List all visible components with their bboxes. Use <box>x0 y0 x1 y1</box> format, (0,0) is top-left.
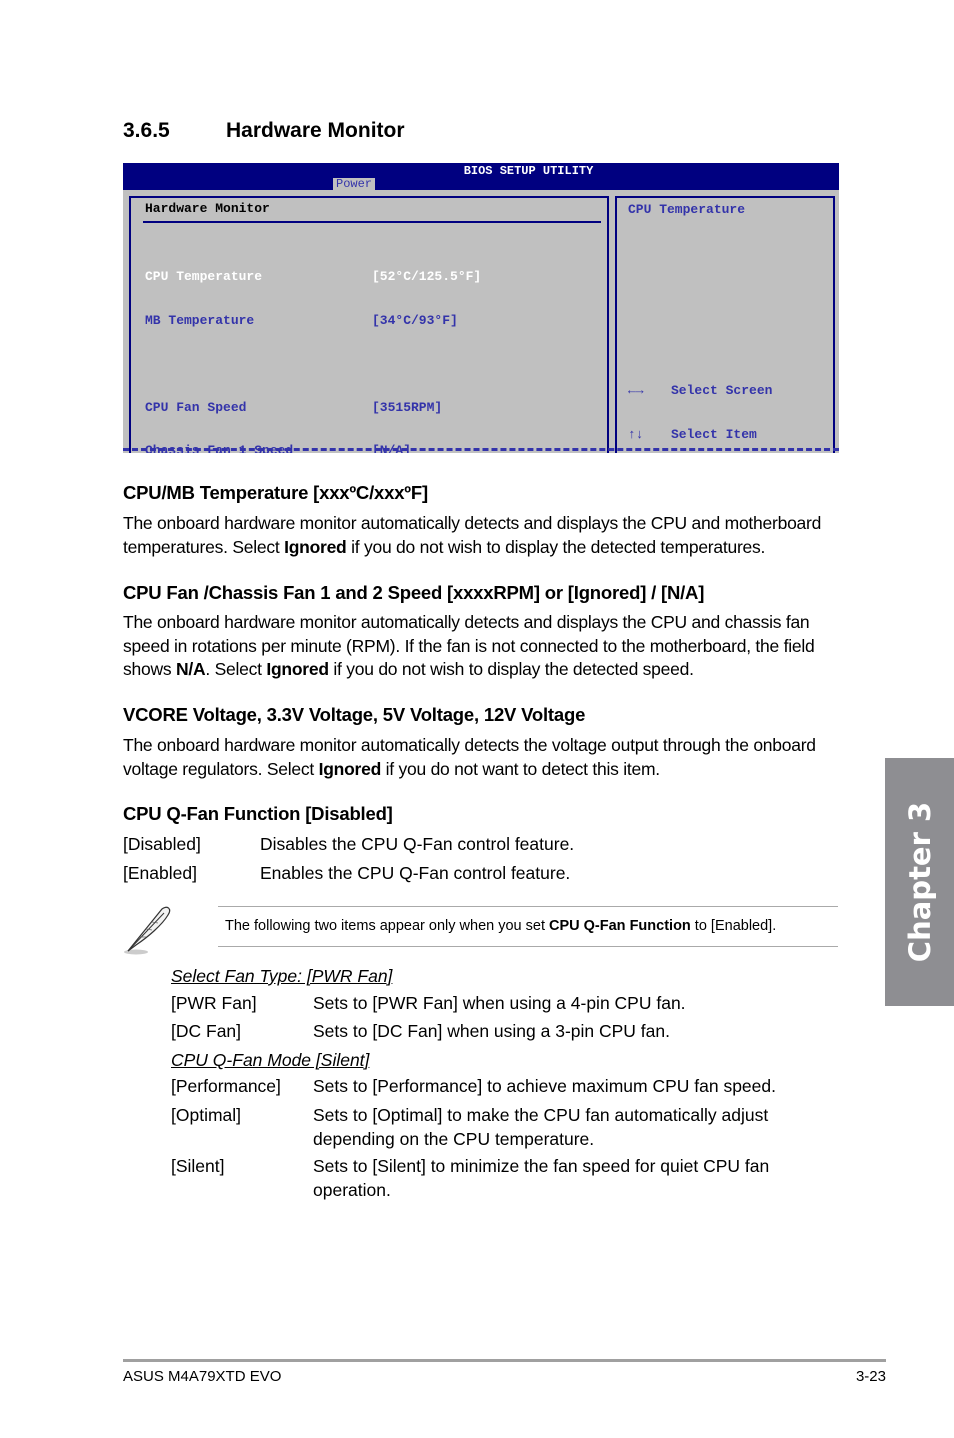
heading-voltage: VCORE Voltage, 3.3V Voltage, 5V Voltage,… <box>123 704 586 725</box>
feather-pen-icon <box>122 903 174 957</box>
heading-select-fan-type: Select Fan Type: [PWR Fan] <box>171 966 393 986</box>
heading-cpu-qfan-mode: CPU Q-Fan Mode [Silent] <box>171 1050 370 1070</box>
bios-item-list: CPU Temperature [52°C/125.5°F] MB Tempera… <box>145 241 481 453</box>
footer-page-number: 3-23 <box>855 1368 886 1385</box>
paragraph-temperature: The onboard hardware monitor automatical… <box>123 513 822 557</box>
paragraph-fan-speed: The onboard hardware monitor automatical… <box>123 612 815 679</box>
option-optimal: [Optimal] Sets to [Optimal] to make the C… <box>171 1105 769 1149</box>
note-bottom-rule <box>218 946 838 947</box>
bios-screen: BIOS SETUP UTILITY Power Hardware Monito… <box>123 163 839 453</box>
key-select-screen: ←→ Select Screen <box>628 383 773 398</box>
bios-cut-edge <box>123 448 839 451</box>
heading-fan-speed: CPU Fan /Chassis Fan 1 and 2 Speed [xxxx… <box>123 582 705 603</box>
note-text: The following two items appear only when… <box>225 918 777 934</box>
heading-cpu-mb-temperature: CPU/MB Temperature [xxxºC/xxxºF] <box>123 482 428 503</box>
option-pwr-fan: [PWR Fan] Sets to [PWR Fan] when using a … <box>171 993 686 1013</box>
option-silent: [Silent] Sets to [Silent] to minimize the… <box>171 1156 770 1200</box>
option-disabled: [Disabled] Disables the CPU Q-Fan control… <box>123 834 575 854</box>
option-dc-fan: [DC Fan] Sets to [DC Fan] when using a 3-… <box>171 1021 670 1041</box>
chapter-tab: Chapter 3 <box>885 758 954 1006</box>
bios-tab-power[interactable]: Power <box>333 178 376 191</box>
bios-panel-heading: Hardware Monitor <box>145 201 270 216</box>
option-enabled: [Enabled] Enables the CPU Q-Fan control f… <box>123 863 571 883</box>
bios-title: BIOS SETUP UTILITY <box>463 164 594 178</box>
paragraph-voltage: The onboard hardware monitor automatical… <box>123 735 816 779</box>
bios-item-cpu-fan-speed[interactable]: CPU Fan Speed [3515RPM] <box>145 400 481 416</box>
section-number: 3.6.5 <box>123 119 170 142</box>
heading-cpu-qfan-function: CPU Q-Fan Function [Disabled] <box>123 803 393 824</box>
key-select-item: ↑↓ Select Item <box>628 426 757 442</box>
bios-item-mb-temperature[interactable]: MB Temperature [34°C/93°F] <box>145 313 481 329</box>
bios-key-legend: ←→Select Screen ↑↓Select Item +-Change F… <box>628 355 772 453</box>
footer-rule <box>123 1359 886 1362</box>
arrows-up-down-icon: ↑↓ <box>628 426 644 442</box>
bios-help-text: CPU Temperature <box>628 202 746 217</box>
bios-title-bar: BIOS SETUP UTILITY Power <box>123 163 839 191</box>
arrows-left-right-icon: ←→ <box>628 383 644 398</box>
footer-product: ASUS M4A79XTD EVO <box>123 1368 282 1385</box>
note-top-rule <box>218 906 838 907</box>
bios-item-cpu-temperature[interactable]: CPU Temperature [52°C/125.5°F] <box>145 269 481 285</box>
bios-heading-divider <box>143 221 601 223</box>
section-title: Hardware Monitor <box>226 119 405 142</box>
option-performance: [Performance] Sets to [Performance] to ac… <box>171 1076 776 1096</box>
